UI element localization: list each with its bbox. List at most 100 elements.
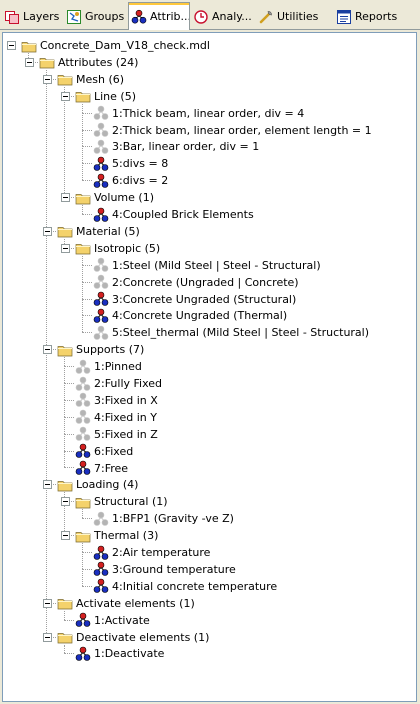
tree-attribute-node[interactable]: 2:Air temperature <box>93 544 210 561</box>
tree-attribute-node[interactable]: 5:divs = 8 <box>93 155 168 172</box>
tree-folder-node[interactable]: Deactivate elements (1) <box>57 629 209 646</box>
tab-label: Reports <box>355 10 398 23</box>
tree-folder-node[interactable]: Volume (1) <box>75 189 154 206</box>
tree-node-label: 5:divs = 8 <box>112 157 169 171</box>
attributes-icon <box>131 9 147 25</box>
tree-attribute-node[interactable]: 7:Free <box>75 460 128 477</box>
tree-connector <box>82 130 83 146</box>
tree-attribute-node[interactable]: 5:Fixed in Z <box>75 426 158 443</box>
tree-connector <box>82 256 83 265</box>
tree-connector <box>82 552 83 569</box>
collapse-toggle-icon[interactable] <box>61 497 70 506</box>
tab-utilities[interactable]: Utilities <box>256 4 332 29</box>
tree-folder-node[interactable]: Structural (1) <box>75 493 168 510</box>
tree-connector <box>64 383 65 400</box>
collapse-toggle-icon[interactable] <box>43 345 52 354</box>
tree-attribute-node[interactable]: 1:BFP1 (Gravity -ve Z) <box>93 510 234 527</box>
tree-node-label: 1:Deactivate <box>94 647 165 661</box>
tree-folder-node[interactable]: Mesh (6) <box>57 71 124 88</box>
tree-folder-node[interactable]: Material (5) <box>57 223 140 240</box>
tree-connector <box>64 366 74 367</box>
collapse-toggle-icon[interactable] <box>61 92 70 101</box>
tree-folder-node[interactable]: Loading (4) <box>57 476 138 493</box>
tree-attribute-node[interactable]: 4:Fixed in Y <box>75 409 157 426</box>
tree-node-label: Isotropic (5) <box>94 241 161 255</box>
tree-connector <box>82 104 83 113</box>
collapse-toggle-icon[interactable] <box>7 41 16 50</box>
tree-folder-node[interactable]: Isotropic (5) <box>75 240 160 257</box>
collapse-toggle-icon[interactable] <box>61 531 70 540</box>
tree-attribute-node[interactable]: 2:Fully Fixed <box>75 375 162 392</box>
collapse-toggle-icon[interactable] <box>43 599 52 608</box>
tree-attribute-node[interactable]: 3:Bar, linear order, div = 1 <box>93 138 259 155</box>
collapse-toggle-icon[interactable] <box>25 58 34 67</box>
collapse-toggle-icon[interactable] <box>43 480 52 489</box>
tree-folder-node[interactable]: Line (5) <box>75 88 136 105</box>
folder-icon <box>75 190 91 206</box>
tree-node-label: 5:Steel_thermal (Mild Steel | Steel - St… <box>112 326 370 340</box>
tree-attribute-node[interactable]: 3:Concrete Ungraded (Structural) <box>93 291 296 308</box>
folder-icon <box>57 342 73 358</box>
tab-analysis[interactable]: Analy... <box>191 4 253 29</box>
tree-attribute-node[interactable]: 2:Concrete (Ungraded | Concrete) <box>93 274 299 291</box>
attributes-tree-panel[interactable]: Concrete_Dam_V18_check.mdl Attributes (24… <box>2 32 417 702</box>
tree-connector <box>82 163 83 180</box>
collapse-toggle-icon[interactable] <box>61 244 70 253</box>
tree-connector <box>82 543 83 552</box>
tree-attribute-node[interactable]: 3:Fixed in X <box>75 392 158 409</box>
tree-connector <box>46 603 47 637</box>
tree-folder-node[interactable]: Supports (7) <box>57 341 144 358</box>
tree-node-label: 4:Concrete Ungraded (Thermal) <box>112 309 288 323</box>
attribute-icon <box>75 359 91 375</box>
tab-attributes[interactable]: Attrib... <box>128 2 190 30</box>
tree-connector <box>82 299 92 300</box>
tree-attribute-node[interactable]: 1:Steel (Mild Steel | Steel - Structural… <box>93 257 321 274</box>
tree-attribute-node[interactable]: 2:Thick beam, linear order, element leng… <box>93 122 372 139</box>
attribute-icon <box>75 409 91 425</box>
tree-connector <box>82 265 83 282</box>
tree-attribute-node[interactable]: 1:Thick beam, linear order, div = 4 <box>93 105 304 122</box>
tree-attribute-node[interactable]: 6:Fixed <box>75 443 133 460</box>
tree-attribute-node[interactable]: 3:Ground temperature <box>93 561 236 578</box>
attribute-icon <box>93 122 109 138</box>
tree-attribute-node[interactable]: 1:Deactivate <box>75 645 164 662</box>
tab-strip: Layers Groups Attrib... Analy... Utiliti… <box>0 0 420 30</box>
attribute-icon <box>93 578 109 594</box>
tree-attribute-node[interactable]: 6:divs = 2 <box>93 172 168 189</box>
tree-attribute-node[interactable]: 4:Concrete Ungraded (Thermal) <box>93 307 287 324</box>
attribute-icon <box>93 257 109 273</box>
tree-connector <box>64 417 74 418</box>
tree-node-label: 1:Steel (Mild Steel | Steel - Structural… <box>112 258 321 272</box>
collapse-toggle-icon[interactable] <box>61 193 70 202</box>
tree-folder-node[interactable]: Activate elements (1) <box>57 595 195 612</box>
folder-icon <box>57 71 73 87</box>
collapse-toggle-icon[interactable] <box>43 75 52 84</box>
tree-node-label: Activate elements (1) <box>76 596 195 610</box>
attribute-icon <box>75 392 91 408</box>
tab-groups[interactable]: Groups <box>64 4 127 29</box>
tree-folder-node[interactable]: Thermal (3) <box>75 527 158 544</box>
tree-connector <box>64 357 65 366</box>
tree-connector <box>82 299 83 315</box>
tree-connector <box>64 400 65 417</box>
tree-node-label: 6:Fixed <box>94 444 134 458</box>
tree-folder-node[interactable]: Attributes (24) <box>39 54 138 71</box>
tree-folder-node[interactable]: Concrete_Dam_V18_check.mdl <box>21 37 210 54</box>
utilities-icon <box>258 9 274 25</box>
tree-connector <box>64 467 74 468</box>
tab-reports[interactable]: Reports <box>334 4 420 29</box>
tree-attribute-node[interactable]: 4:Coupled Brick Elements <box>93 206 254 223</box>
attribute-icon <box>93 274 109 290</box>
tree-attribute-node[interactable]: 1:Activate <box>75 612 150 629</box>
collapse-toggle-icon[interactable] <box>43 633 52 642</box>
attribute-icon <box>75 646 91 662</box>
tree-attribute-node[interactable]: 1:Pinned <box>75 358 142 375</box>
tree-node-label: Mesh (6) <box>76 72 125 86</box>
tree-node-label: 1:BFP1 (Gravity -ve Z) <box>112 512 234 526</box>
tree-attribute-node[interactable]: 5:Steel_thermal (Mild Steel | Steel - St… <box>93 324 369 341</box>
tree-attribute-node[interactable]: 4:Initial concrete temperature <box>93 578 277 595</box>
tree-node-label: 1:Pinned <box>94 360 142 374</box>
collapse-toggle-icon[interactable] <box>43 227 52 236</box>
tab-layers[interactable]: Layers <box>2 4 62 29</box>
tree-connector <box>82 282 92 283</box>
